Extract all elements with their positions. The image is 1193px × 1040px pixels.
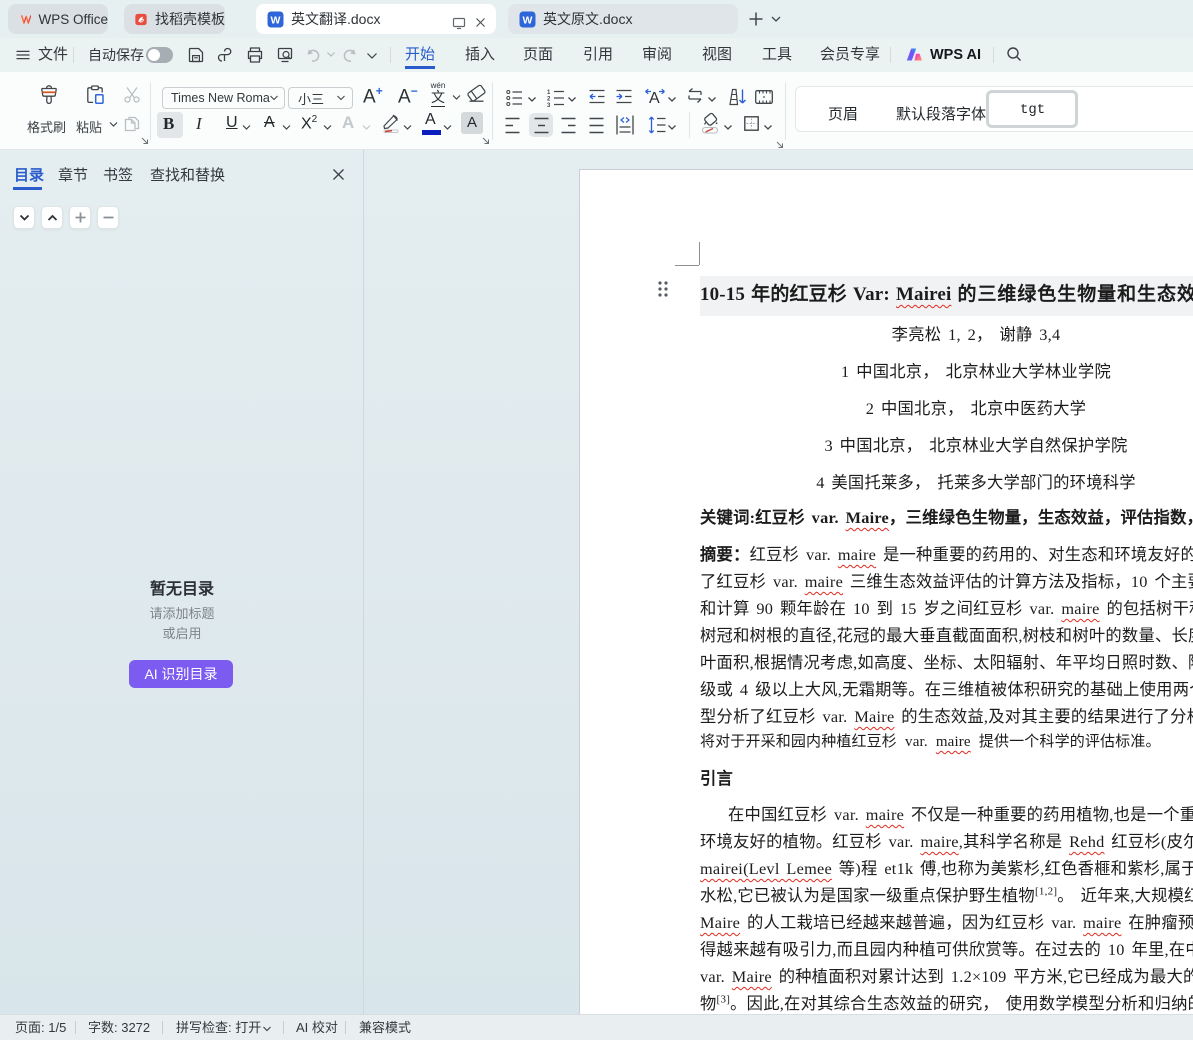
- svg-text:1: 1: [547, 90, 551, 96]
- svg-text:3: 3: [547, 103, 551, 107]
- svg-text:W: W: [523, 14, 533, 26]
- svg-text:2: 2: [547, 97, 551, 103]
- svg-text:W: W: [271, 14, 281, 26]
